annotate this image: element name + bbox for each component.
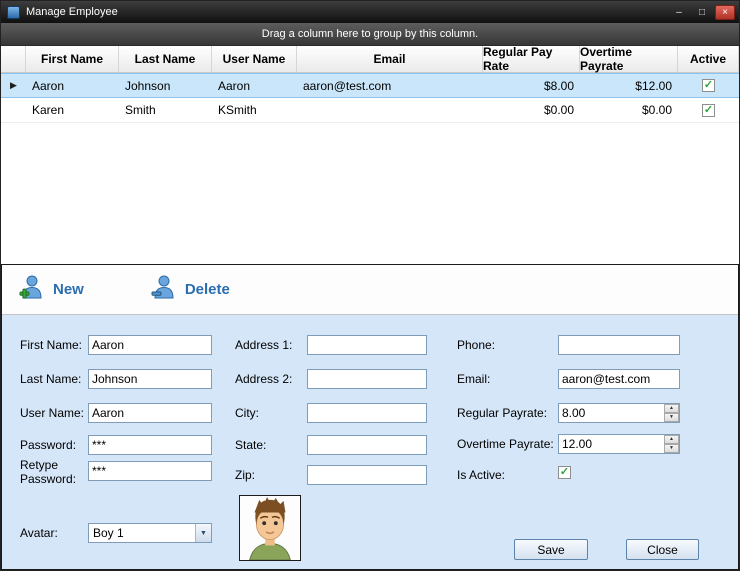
regular-payrate-field[interactable] [558, 403, 680, 423]
state-field[interactable] [307, 435, 427, 455]
save-button[interactable]: Save [514, 539, 588, 560]
column-header-first-name[interactable]: First Name [26, 46, 119, 72]
cell-regular-pay-rate[interactable]: $0.00 [483, 98, 580, 122]
spin-down-icon[interactable]: ▼ [664, 444, 679, 453]
grid-empty-area [1, 123, 739, 264]
new-button-label: New [53, 281, 84, 298]
delete-button-label: Delete [185, 281, 230, 298]
phone-field[interactable] [558, 335, 680, 355]
column-header-email[interactable]: Email [297, 46, 483, 72]
phone-label: Phone: [457, 338, 495, 352]
close-button-form[interactable]: Close [626, 539, 699, 560]
last-name-field[interactable] [88, 369, 212, 389]
avatar-selected-value: Boy 1 [89, 526, 195, 540]
column-header-last-name[interactable]: Last Name [119, 46, 212, 72]
toolbar: New Delete [2, 265, 738, 315]
address1-label: Address 1: [235, 338, 292, 352]
cell-regular-pay-rate[interactable]: $8.00 [483, 74, 580, 97]
email-label: Email: [457, 372, 490, 386]
active-checkbox[interactable]: ✓ [702, 79, 715, 92]
cell-last-name[interactable]: Smith [119, 98, 212, 122]
address2-label: Address 2: [235, 372, 292, 386]
overtime-payrate-label: Overtime Payrate: [457, 437, 554, 451]
user-name-label: User Name: [20, 406, 84, 420]
grid-row-karen[interactable]: Karen Smith KSmith $0.00 $0.00 ✓ [1, 98, 739, 123]
password-label: Password: [20, 438, 76, 452]
group-by-bar[interactable]: Drag a column here to group by this colu… [1, 23, 739, 46]
grid-header: First Name Last Name User Name Email Reg… [1, 46, 739, 73]
cell-active: ✓ [678, 74, 739, 97]
retype-password-label: Retype Password: [20, 458, 78, 486]
avatar-image [239, 495, 301, 561]
zip-field[interactable] [307, 465, 427, 485]
avatar-label: Avatar: [20, 526, 58, 540]
manage-employee-window: Manage Employee – □ × Drag a column here… [0, 0, 740, 571]
is-active-checkbox[interactable]: ✓ [558, 466, 571, 479]
close-button[interactable]: × [715, 5, 735, 20]
cell-active: ✓ [678, 98, 739, 122]
regular-payrate-stepper: ▲ ▼ [558, 403, 680, 423]
row-selected-indicator: ▶ [1, 74, 26, 97]
address1-field[interactable] [307, 335, 427, 355]
first-name-field[interactable] [88, 335, 212, 355]
cell-overtime-payrate[interactable]: $0.00 [580, 98, 678, 122]
retype-password-field[interactable] [88, 461, 212, 481]
column-header-overtime-payrate[interactable]: Overtime Payrate [580, 46, 678, 72]
cell-user-name[interactable]: Aaron [212, 74, 297, 97]
cell-last-name[interactable]: Johnson [119, 74, 212, 97]
app-icon [7, 6, 20, 19]
first-name-label: First Name: [20, 338, 82, 352]
spin-up-icon[interactable]: ▲ [664, 435, 679, 444]
cell-overtime-payrate[interactable]: $12.00 [580, 74, 678, 97]
user-name-field[interactable] [88, 403, 212, 423]
last-name-label: Last Name: [20, 372, 81, 386]
zip-label: Zip: [235, 468, 255, 482]
cell-user-name[interactable]: KSmith [212, 98, 297, 122]
maximize-button[interactable]: □ [692, 5, 712, 20]
overtime-payrate-stepper: ▲ ▼ [558, 434, 680, 454]
person-add-icon [18, 274, 44, 305]
overtime-payrate-field[interactable] [558, 434, 680, 454]
email-field[interactable] [558, 369, 680, 389]
dropdown-arrow-icon[interactable]: ▼ [195, 524, 211, 542]
employee-form: First Name: Last Name: User Name: Passwo… [2, 315, 738, 569]
column-header-regular-pay-rate[interactable]: Regular Pay Rate [483, 46, 580, 72]
window-title: Manage Employee [26, 6, 669, 18]
spin-up-icon[interactable]: ▲ [664, 404, 679, 413]
address2-field[interactable] [307, 369, 427, 389]
new-button[interactable]: New [18, 274, 84, 305]
regular-payrate-label: Regular Payrate: [457, 406, 547, 420]
person-delete-icon [150, 274, 176, 305]
city-label: City: [235, 406, 259, 420]
spin-down-icon[interactable]: ▼ [664, 413, 679, 422]
delete-button[interactable]: Delete [150, 274, 230, 305]
city-field[interactable] [307, 403, 427, 423]
cell-email[interactable]: aaron@test.com [297, 74, 483, 97]
active-checkbox[interactable]: ✓ [702, 104, 715, 117]
cell-first-name[interactable]: Karen [26, 98, 119, 122]
titlebar[interactable]: Manage Employee – □ × [1, 1, 739, 23]
column-header-active[interactable]: Active [678, 46, 739, 72]
state-label: State: [235, 438, 266, 452]
column-header-user-name[interactable]: User Name [212, 46, 297, 72]
detail-panel: New Delete First Name: Last Name: [1, 264, 739, 570]
grid-row-aaron[interactable]: ▶ Aaron Johnson Aaron aaron@test.com $8.… [1, 73, 739, 98]
row-indicator [1, 98, 26, 122]
minimize-button[interactable]: – [669, 5, 689, 20]
selected-row-arrow-icon: ▶ [10, 80, 17, 91]
cell-email[interactable] [297, 98, 483, 122]
is-active-label: Is Active: [457, 468, 505, 482]
avatar-select[interactable]: Boy 1 ▼ [88, 523, 212, 543]
password-field[interactable] [88, 435, 212, 455]
row-indicator-header [1, 46, 26, 72]
cell-first-name[interactable]: Aaron [26, 74, 119, 97]
